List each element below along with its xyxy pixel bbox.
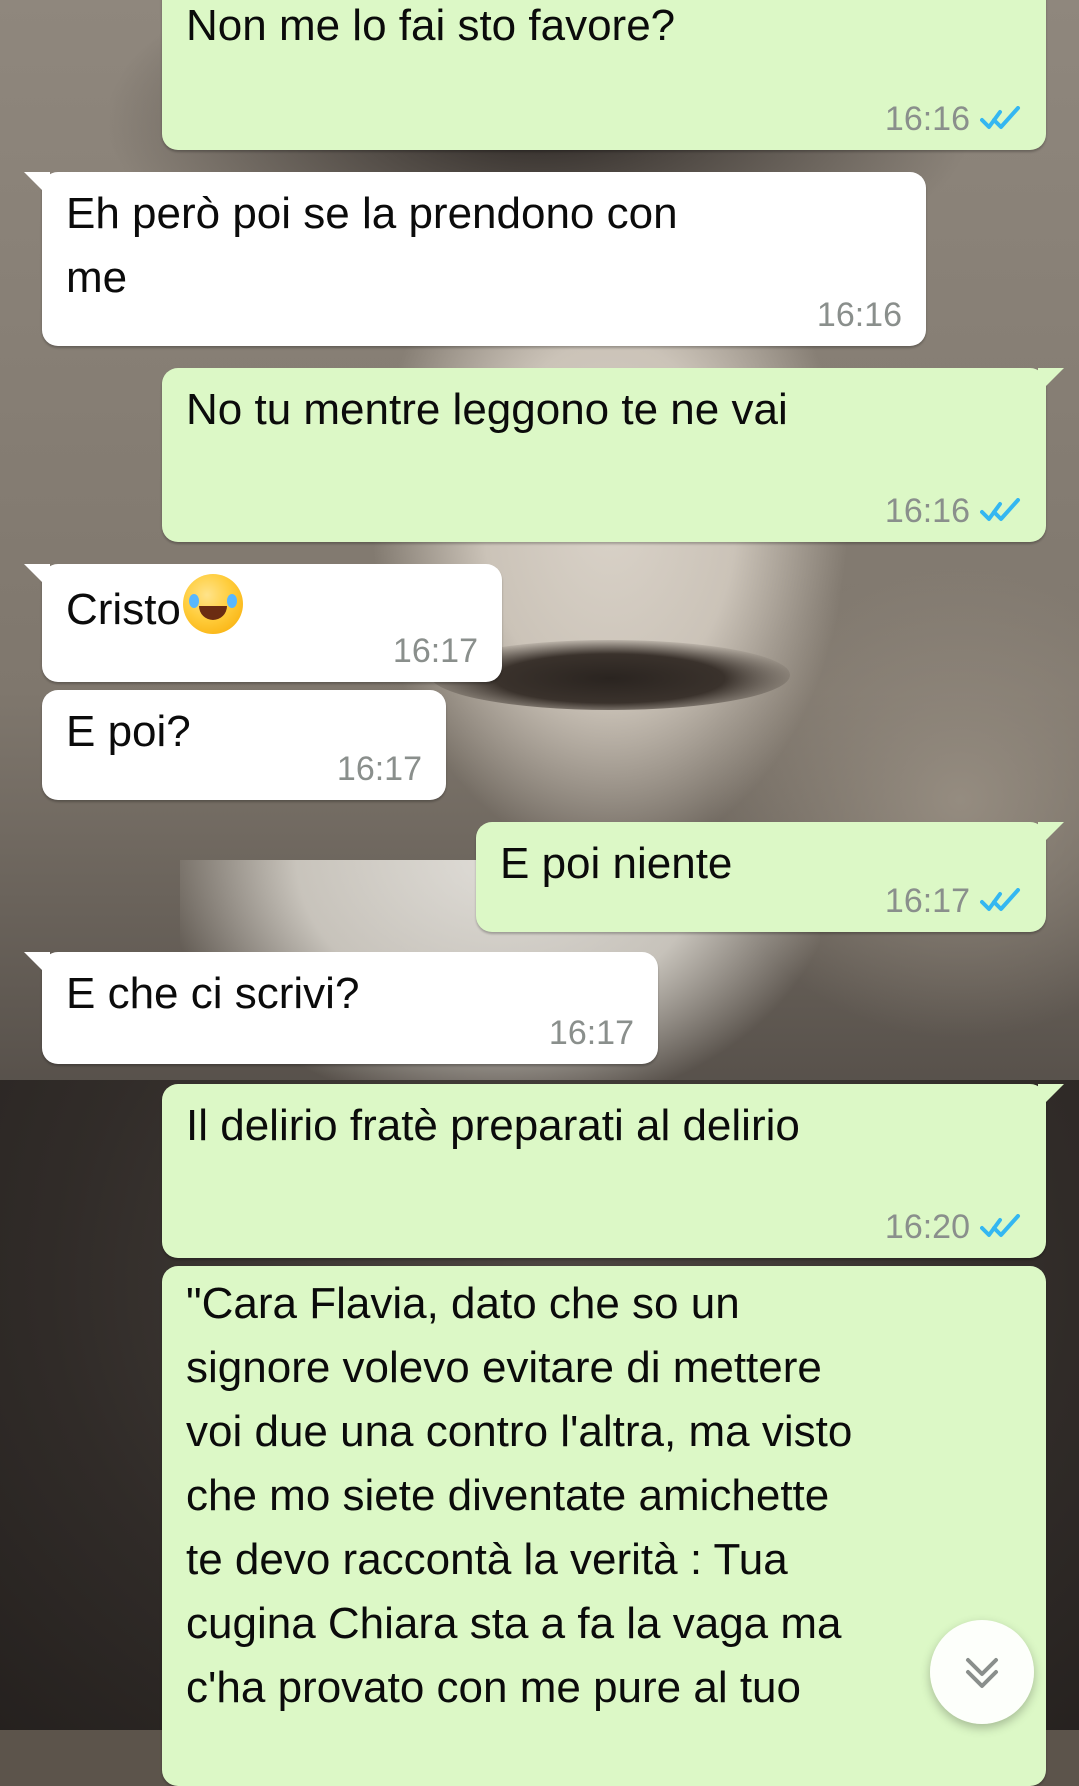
- chat-thread[interactable]: Non me lo fai sto favore? 16:16 Eh però …: [0, 0, 1079, 1786]
- message-meta: 16:17: [885, 884, 1022, 918]
- message-bubble-incoming[interactable]: Cristo 16:17: [24, 564, 502, 682]
- message-time: 16:17: [392, 632, 478, 670]
- message-meta: 16:16: [885, 102, 1022, 136]
- message-bubble-incoming[interactable]: Eh però poi se la prendono con me 16:16: [24, 172, 926, 346]
- message-meta: 16:16: [885, 494, 1022, 528]
- message-bubble-outgoing[interactable]: Non me lo fai sto favore? 16:16: [162, 0, 1046, 150]
- message-meta: 16:17: [337, 752, 422, 786]
- message-text: Cristo: [66, 585, 181, 634]
- message-bubble-outgoing[interactable]: No tu mentre leggono te ne vai 16:16: [162, 368, 1064, 542]
- message-meta: 16:17: [393, 634, 478, 668]
- message-text: No tu mentre leggono te ne vai: [186, 385, 788, 434]
- message-time: 16:16: [884, 492, 970, 530]
- double-check-read-icon: [980, 106, 1022, 132]
- message-text: "Cara Flavia, dato che so un signore vol…: [186, 1279, 853, 1712]
- double-check-read-icon: [980, 498, 1022, 524]
- message-bubble-incoming[interactable]: E poi? 16:17: [42, 690, 446, 800]
- double-chevron-down-icon: [958, 1648, 1006, 1696]
- message-time: 16:17: [884, 882, 970, 920]
- message-time: 16:16: [884, 100, 970, 138]
- message-text: Eh però poi se la prendono con me: [66, 189, 678, 302]
- message-meta: 16:20: [885, 1210, 1022, 1244]
- message-time: 16:17: [336, 750, 422, 788]
- face-with-tears-of-joy-icon: [182, 574, 243, 634]
- message-text: Non me lo fai sto favore?: [186, 1, 676, 50]
- double-check-read-icon: [980, 888, 1022, 914]
- message-bubble-outgoing[interactable]: E poi niente 16:17: [476, 822, 1064, 932]
- message-bubble-outgoing[interactable]: "Cara Flavia, dato che so un signore vol…: [162, 1266, 1046, 1786]
- message-time: 16:17: [548, 1014, 634, 1052]
- message-time: 16:20: [884, 1208, 970, 1246]
- message-time: 16:16: [816, 296, 902, 334]
- message-bubble-incoming[interactable]: E che ci scrivi? 16:17: [24, 952, 658, 1064]
- message-meta: 16:16: [817, 298, 902, 332]
- double-check-read-icon: [980, 1214, 1022, 1240]
- message-bubble-outgoing[interactable]: Il delirio fratè preparati al delirio 16…: [162, 1084, 1064, 1258]
- message-meta: 16:17: [549, 1016, 634, 1050]
- message-text: Il delirio fratè preparati al delirio: [186, 1101, 800, 1150]
- scroll-to-bottom-button[interactable]: [930, 1620, 1034, 1724]
